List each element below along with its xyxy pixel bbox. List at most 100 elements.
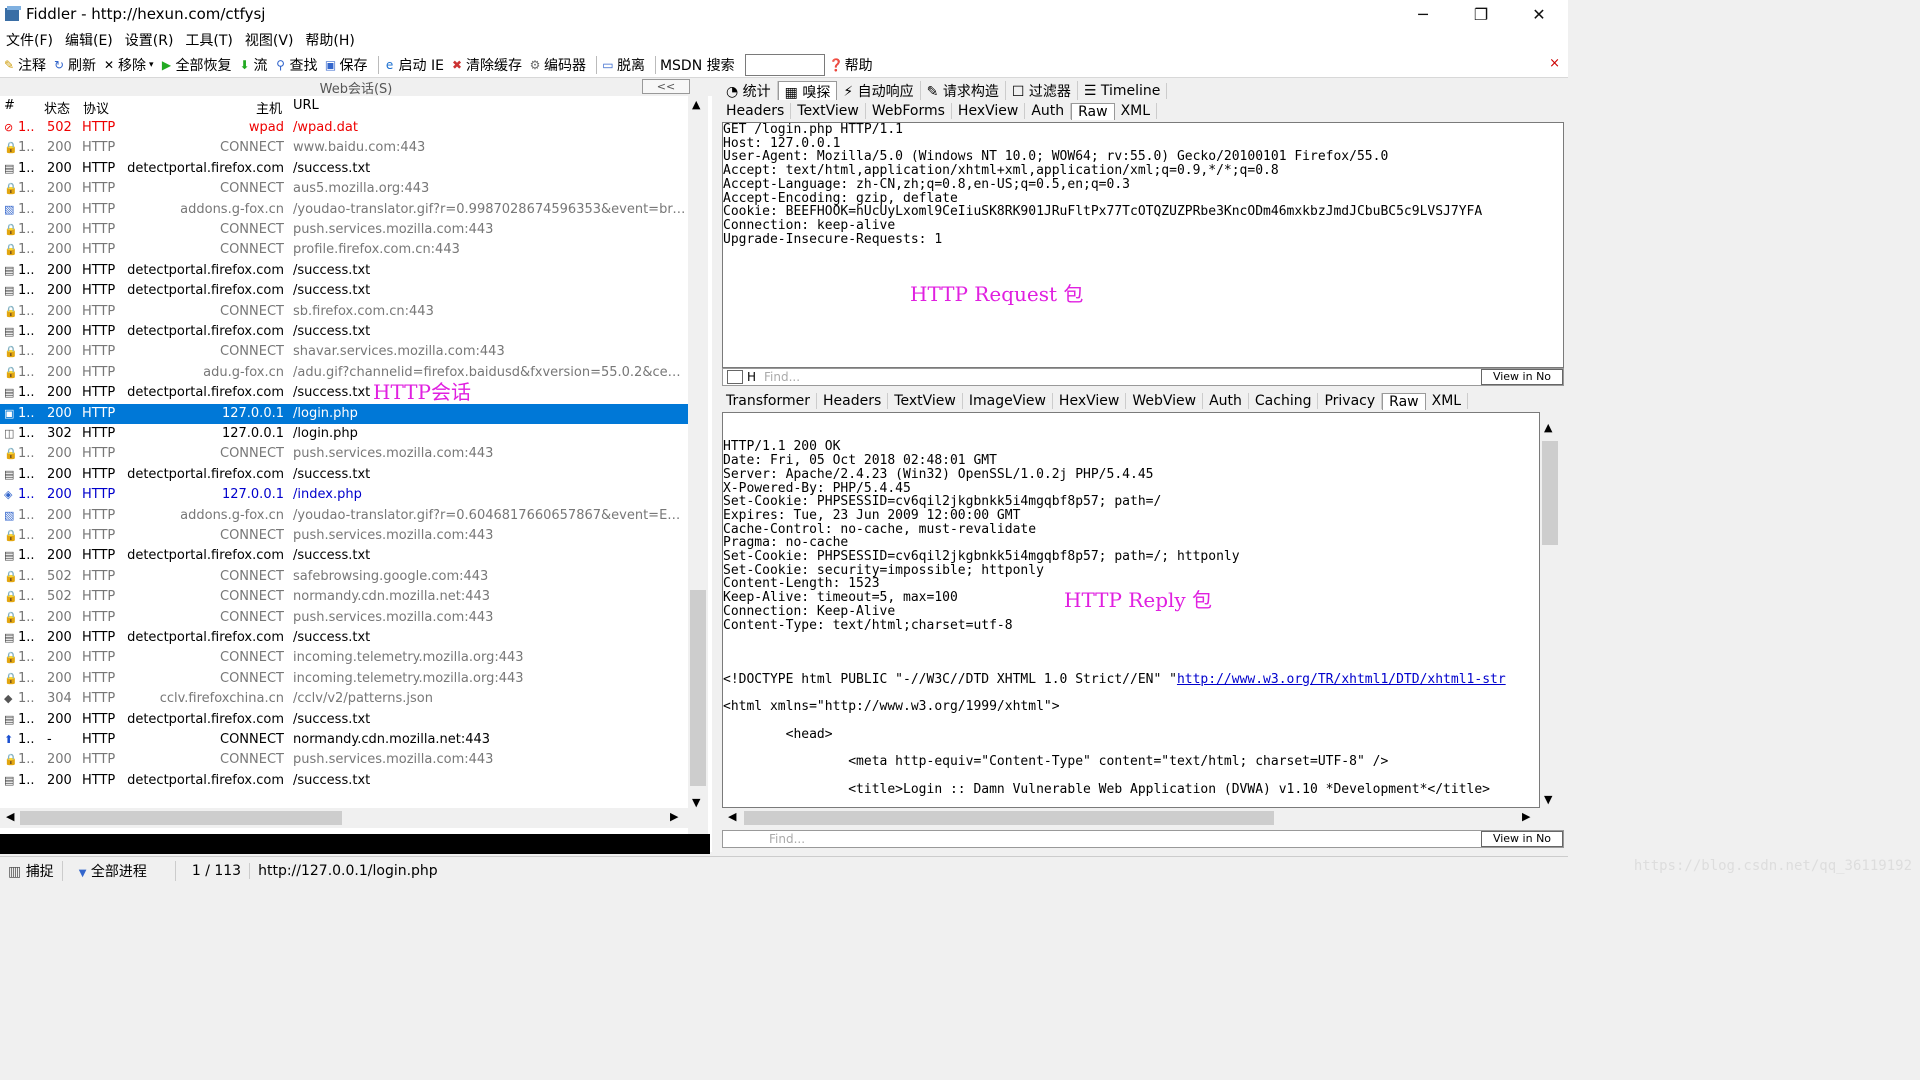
req-tab-headers[interactable]: Headers [720, 103, 792, 119]
response-vertical-scrollbar[interactable]: ▲ ▼ [1540, 417, 1560, 811]
session-row[interactable]: 🔒 1.. 200 HTTP adu.g-fox.cn/adu.gif?channeli… [0, 363, 688, 383]
response-find-input[interactable]: Find... [723, 832, 1481, 846]
comment-button[interactable]: ✎ 注释 [2, 55, 46, 75]
detach-button[interactable]: ▭ 脱离 [601, 55, 645, 75]
session-row[interactable]: ▤ 1.. 200 HTTP detectportal.firefox.com/succ… [0, 465, 688, 485]
maximize-button[interactable]: ❐ [1452, 0, 1510, 28]
scrollbar-thumb[interactable] [1542, 441, 1558, 545]
column-number[interactable]: # [4, 98, 15, 113]
request-view-notepad-button[interactable]: View in No [1481, 369, 1563, 385]
tab-inspectors[interactable]: ▦ 嗅探 [777, 80, 838, 102]
menu-tools[interactable]: 工具(T) [185, 30, 232, 50]
session-row[interactable]: ◈ 1.. 200 HTTP 127.0.0.1/index.php [0, 485, 688, 505]
session-row[interactable]: 🔒 1.. 200 HTTP CONNECT sb.firefox.com.cn:443 [0, 302, 688, 322]
session-row[interactable]: ◫ 1.. 302 HTTP 127.0.0.1/login.php [0, 424, 688, 444]
session-row[interactable]: 🔒 1.. 200 HTTP CONNECT aus5.mozilla.org:443 [0, 179, 688, 199]
menu-view[interactable]: 视图(V) [245, 30, 294, 50]
clear-cache-button[interactable]: ✖ 清除缓存 [450, 55, 522, 75]
resp-tab-caching[interactable]: Caching [1249, 393, 1319, 409]
session-row[interactable]: 🔒 1.. 200 HTTP CONNECT push.services.mozilla.… [0, 750, 688, 770]
session-row[interactable]: ⊘ 1.. 502 HTTP wpad/wpad.dat [0, 118, 688, 138]
menu-rules[interactable]: 设置(R) [125, 30, 174, 50]
session-row[interactable]: ▣ 1.. 200 HTTP 127.0.0.1/login.php [0, 403, 688, 424]
menu-help[interactable]: 帮助(H) [305, 30, 354, 50]
tab-filters[interactable]: ☐ 过滤器 [1006, 81, 1078, 101]
req-tab-auth[interactable]: Auth [1025, 103, 1072, 119]
encoder-button[interactable]: ⚙ 编码器 [528, 55, 586, 75]
scroll-right-icon[interactable]: ▶ [670, 810, 678, 823]
session-row[interactable]: 🔒 1.. 502 HTTP CONNECT normandy.cdn.mozilla.n… [0, 587, 688, 607]
quickexec-bar[interactable] [0, 834, 710, 854]
tab-autoresponder[interactable]: ⚡ 自动响应 [837, 81, 921, 101]
req-tab-xml[interactable]: XML [1115, 103, 1158, 119]
replay-button[interactable]: ↻ 刷新 [52, 55, 96, 75]
session-row[interactable]: ▤ 1.. 200 HTTP detectportal.firefox.com/succ… [0, 771, 688, 791]
session-row[interactable]: ◆ 1.. 304 HTTP cclv.firefoxchina.cn/cclv/v2/… [0, 689, 688, 709]
resp-tab-textview[interactable]: TextView [888, 393, 963, 409]
resp-tab-headers[interactable]: Headers [817, 393, 889, 409]
session-row[interactable]: ▤ 1.. 200 HTTP detectportal.firefox.com/succ… [0, 261, 688, 281]
help-button[interactable]: ❓ 帮助 [829, 55, 873, 75]
close-button[interactable]: ✕ [1510, 0, 1568, 28]
collapse-pane-button[interactable]: << [642, 79, 690, 94]
session-row[interactable]: ▤ 1.. 200 HTTP detectportal.firefox.com/succ… [0, 546, 688, 566]
tab-statistics[interactable]: ◔ 统计 [720, 81, 778, 101]
stream-button[interactable]: ⬇ 流 [238, 55, 268, 75]
session-row[interactable]: ▤ 1.. 200 HTTP detectportal.firefox.com/succ… [0, 322, 688, 342]
resp-tab-webview[interactable]: WebView [1126, 393, 1204, 409]
scrollbar-thumb[interactable] [20, 811, 342, 825]
resp-tab-hexview[interactable]: HexView [1053, 393, 1127, 409]
process-filter[interactable]: ▼ 全部进程 [63, 860, 176, 881]
session-row[interactable]: 🔒 1.. 200 HTTP CONNECT shavar.services.mozill… [0, 342, 688, 362]
toolbar-close-icon[interactable]: × [1549, 56, 1560, 71]
response-view-notepad-button[interactable]: View in No [1481, 831, 1563, 847]
resp-tab-privacy[interactable]: Privacy [1318, 393, 1383, 409]
session-row[interactable]: ▤ 1.. 200 HTTP detectportal.firefox.com/succ… [0, 159, 688, 179]
session-row[interactable]: 🔒 1.. 502 HTTP CONNECT safebrowsing.google.co… [0, 567, 688, 587]
session-row[interactable]: 🔒 1.. 200 HTTP CONNECT push.services.mozilla.… [0, 220, 688, 240]
scroll-down-icon[interactable]: ▼ [1544, 793, 1552, 806]
tab-timeline[interactable]: ☰ Timeline [1078, 83, 1168, 99]
resume-all-button[interactable]: ▶ 全部恢复 [160, 55, 232, 75]
tab-composer[interactable]: ✎ 请求构造 [921, 81, 1006, 101]
scrollbar-thumb[interactable] [690, 590, 706, 786]
session-row[interactable]: 🔒 1.. 200 HTTP CONNECT incoming.telemetry.moz… [0, 648, 688, 668]
msdn-search-input[interactable] [744, 53, 825, 76]
session-row[interactable]: 🔒 1.. 200 HTTP CONNECT profile.firefox.com.cn… [0, 240, 688, 260]
session-row[interactable]: 🔒 1.. 200 HTTP CONNECT push.services.mozilla.… [0, 608, 688, 628]
resp-tab-raw[interactable]: Raw [1382, 392, 1426, 410]
doctype-link[interactable]: http://www.w3.org/TR/xhtml1/DTD/xhtml1-s… [1177, 672, 1506, 687]
resp-tab-transformer[interactable]: Transformer [720, 393, 818, 409]
session-row[interactable]: ▤ 1.. 200 HTTP detectportal.firefox.com/succ… [0, 383, 688, 403]
resp-tab-imageview[interactable]: ImageView [963, 393, 1053, 409]
request-raw-view[interactable]: GET /login.php HTTP/1.1 Host: 127.0.0.1 Us… [722, 122, 1564, 368]
sessions-vertical-scrollbar[interactable]: ▲ ▼ [688, 96, 708, 888]
session-row[interactable]: ▤ 1.. 200 HTTP detectportal.firefox.com/succ… [0, 281, 688, 301]
launch-ie-button[interactable]: e 启动 IE [383, 55, 444, 75]
menu-edit[interactable]: 编辑(E) [65, 30, 113, 50]
req-tab-webforms[interactable]: WebForms [866, 103, 952, 119]
resp-tab-xml[interactable]: XML [1426, 393, 1469, 409]
find-button[interactable]: ⚲ 查找 [274, 55, 317, 75]
session-row[interactable]: 🔒 1.. 200 HTTP CONNECT push.services.mozilla.… [0, 526, 688, 546]
capture-toggle[interactable]: ▥ 捕捉 [0, 860, 63, 881]
scroll-down-icon[interactable]: ▼ [692, 796, 700, 809]
scroll-left-icon[interactable]: ◀ [728, 810, 736, 823]
session-row[interactable]: ▧ 1.. 200 HTTP addons.g-fox.cn/youdao-transl… [0, 506, 688, 526]
scroll-right-icon[interactable]: ▶ [1522, 810, 1530, 823]
session-row[interactable]: ▤ 1.. 200 HTTP detectportal.firefox.com/succ… [0, 710, 688, 730]
response-horizontal-scrollbar[interactable]: ◀ ▶ [722, 808, 1540, 828]
scroll-up-icon[interactable]: ▲ [692, 98, 700, 111]
session-row[interactable]: 🔒 1.. 200 HTTP CONNECT push.services.mozilla.… [0, 444, 688, 464]
menu-file[interactable]: 文件(F) [6, 30, 53, 50]
session-row[interactable]: 🔒 1.. 200 HTTP CONNECT www.baidu.com:443 [0, 138, 688, 158]
req-tab-textview[interactable]: TextView [791, 103, 866, 119]
req-tab-hexview[interactable]: HexView [952, 103, 1026, 119]
column-status[interactable]: 状态 [44, 98, 70, 117]
column-protocol[interactable]: 协议 [83, 98, 109, 117]
scroll-up-icon[interactable]: ▲ [1544, 421, 1552, 434]
remove-button[interactable]: ✕ 移除 ▾ [102, 55, 154, 75]
session-row[interactable]: ▤ 1.. 200 HTTP detectportal.firefox.com/succ… [0, 628, 688, 648]
sessions-horizontal-scrollbar[interactable]: ◀ ▶ [0, 808, 688, 828]
scroll-left-icon[interactable]: ◀ [6, 810, 14, 823]
